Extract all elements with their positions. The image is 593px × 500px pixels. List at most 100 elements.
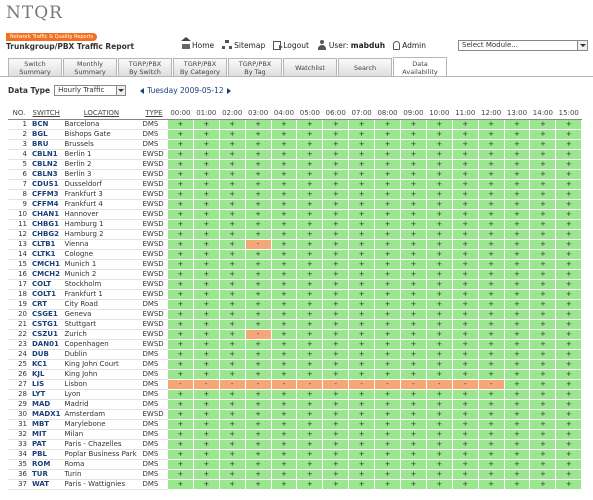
hour-cell-available[interactable]: +: [425, 478, 453, 490]
hour-cell-available[interactable]: +: [451, 478, 479, 490]
hour-cell-available[interactable]: +: [374, 148, 401, 160]
hour-cell-available[interactable]: +: [529, 368, 557, 380]
hour-cell-available[interactable]: +: [270, 388, 298, 400]
hour-cell-available[interactable]: +: [166, 158, 194, 170]
hour-cell-available[interactable]: +: [322, 338, 350, 350]
hour-cell-available[interactable]: +: [529, 228, 557, 240]
hour-cell-available[interactable]: +: [296, 238, 324, 250]
hour-cell-available[interactable]: +: [218, 188, 246, 200]
hour-cell-available[interactable]: +: [218, 388, 246, 400]
hour-cell-available[interactable]: +: [296, 368, 324, 380]
hour-cell-available[interactable]: +: [270, 298, 298, 310]
hour-cell-available[interactable]: +: [451, 418, 479, 430]
switch-link[interactable]: MAD: [30, 399, 63, 410]
hour-cell-available[interactable]: +: [244, 308, 272, 320]
hour-cell-available[interactable]: +: [270, 248, 298, 260]
hour-cell-available[interactable]: +: [166, 398, 194, 410]
hour-cell-available[interactable]: +: [477, 158, 505, 170]
switch-link[interactable]: CFFM3: [30, 189, 63, 200]
hour-cell-available[interactable]: +: [425, 278, 453, 290]
hour-cell-available[interactable]: +: [451, 318, 479, 330]
hour-cell-available[interactable]: +: [529, 358, 557, 370]
hour-cell-available[interactable]: +: [244, 158, 272, 170]
hour-cell-available[interactable]: +: [425, 408, 453, 420]
hour-cell-available[interactable]: +: [322, 448, 350, 460]
hour-cell-available[interactable]: +: [192, 418, 220, 430]
module-select[interactable]: Select Module...: [458, 40, 588, 51]
hour-cell-available[interactable]: +: [503, 228, 531, 240]
hour-cell-available[interactable]: +: [374, 308, 401, 320]
hour-cell-available[interactable]: +: [192, 278, 220, 290]
hour-cell-available[interactable]: +: [374, 358, 401, 370]
switch-link[interactable]: CMCH2: [30, 269, 63, 280]
hour-cell-available[interactable]: +: [218, 458, 246, 470]
hour-cell-available[interactable]: +: [451, 438, 479, 450]
hour-cell-available[interactable]: +: [477, 268, 505, 280]
hour-cell-available[interactable]: +: [270, 458, 298, 470]
hour-cell-available[interactable]: +: [192, 338, 220, 350]
chevron-down-icon[interactable]: [577, 41, 587, 50]
hour-cell-available[interactable]: +: [555, 408, 583, 420]
hour-cell-available[interactable]: +: [477, 438, 505, 450]
hour-cell-available[interactable]: +: [166, 338, 194, 350]
hour-cell-available[interactable]: +: [296, 138, 324, 150]
hour-cell-available[interactable]: +: [529, 438, 557, 450]
hour-cell-available[interactable]: +: [322, 128, 350, 140]
hour-cell-available[interactable]: +: [296, 258, 324, 270]
hour-cell-available[interactable]: +: [270, 468, 298, 480]
switch-link[interactable]: CDUS1: [30, 179, 63, 190]
switch-link[interactable]: CMCH1: [30, 259, 63, 270]
hour-cell-available[interactable]: +: [348, 238, 376, 250]
hour-cell-available[interactable]: +: [555, 238, 583, 250]
hour-cell-available[interactable]: +: [374, 288, 401, 300]
hour-cell-available[interactable]: +: [555, 178, 583, 190]
hour-cell-available[interactable]: +: [166, 448, 194, 460]
hour-cell-available[interactable]: +: [529, 208, 557, 220]
hour-cell-available[interactable]: +: [374, 458, 401, 470]
hour-cell-available[interactable]: +: [399, 368, 427, 380]
hour-cell-available[interactable]: +: [348, 358, 376, 370]
hour-cell-available[interactable]: +: [555, 348, 583, 360]
hour-cell-available[interactable]: +: [322, 428, 350, 440]
hour-cell-available[interactable]: +: [322, 248, 350, 260]
hour-cell-available[interactable]: +: [322, 408, 350, 420]
hour-cell-available[interactable]: +: [348, 228, 376, 240]
hour-cell-available[interactable]: +: [270, 368, 298, 380]
hour-cell-available[interactable]: +: [529, 138, 557, 150]
hour-cell-available[interactable]: +: [244, 318, 272, 330]
hour-cell-available[interactable]: +: [166, 368, 194, 380]
hour-cell-available[interactable]: +: [374, 178, 401, 190]
hour-cell-available[interactable]: +: [555, 308, 583, 320]
switch-link[interactable]: CHAN1: [30, 209, 63, 220]
switch-link[interactable]: LIS: [30, 379, 63, 390]
hour-cell-available[interactable]: +: [374, 158, 401, 170]
hour-cell-available[interactable]: +: [244, 218, 272, 230]
hour-cell-available[interactable]: +: [244, 458, 272, 470]
hour-cell-available[interactable]: +: [270, 338, 298, 350]
hour-cell-available[interactable]: +: [555, 388, 583, 400]
hour-cell-available[interactable]: +: [218, 358, 246, 370]
hour-cell-available[interactable]: +: [348, 268, 376, 280]
hour-cell-available[interactable]: +: [399, 438, 427, 450]
hour-cell-available[interactable]: +: [218, 148, 246, 160]
hour-cell-available[interactable]: +: [296, 218, 324, 230]
hour-cell-available[interactable]: +: [296, 268, 324, 280]
hour-cell-available[interactable]: +: [166, 348, 194, 360]
hour-cell-available[interactable]: +: [425, 298, 453, 310]
hour-cell-available[interactable]: +: [218, 278, 246, 290]
hour-cell-available[interactable]: +: [451, 338, 479, 350]
hour-cell-available[interactable]: +: [425, 308, 453, 320]
hour-cell-available[interactable]: +: [348, 338, 376, 350]
hour-cell-available[interactable]: +: [425, 288, 453, 300]
hour-cell-available[interactable]: +: [451, 168, 479, 180]
hour-cell-available[interactable]: +: [503, 328, 531, 340]
hour-cell-available[interactable]: +: [399, 228, 427, 240]
hour-cell-available[interactable]: +: [555, 378, 583, 390]
hour-cell-available[interactable]: +: [425, 438, 453, 450]
hour-cell-available[interactable]: +: [451, 178, 479, 190]
hour-cell-available[interactable]: +: [374, 278, 401, 290]
hour-cell-available[interactable]: +: [244, 178, 272, 190]
hour-cell-available[interactable]: +: [218, 438, 246, 450]
hour-cell-available[interactable]: +: [555, 148, 583, 160]
hour-cell-available[interactable]: +: [244, 268, 272, 280]
